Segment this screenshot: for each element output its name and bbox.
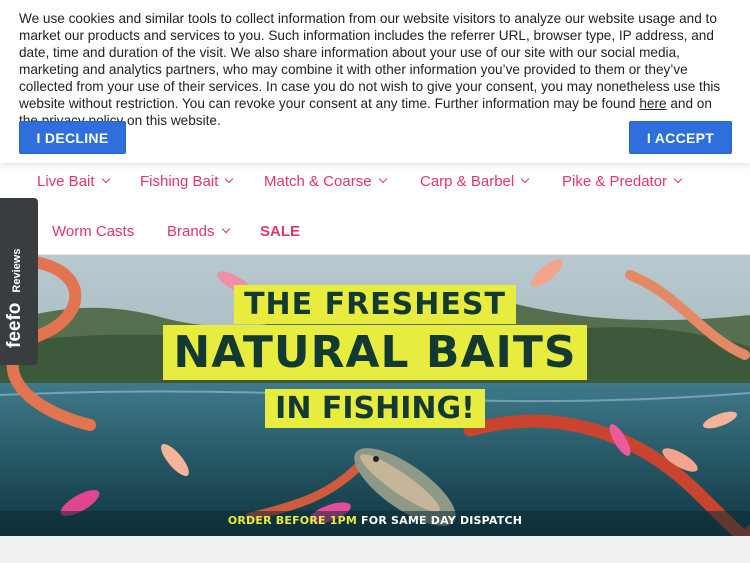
chevron-down-icon (673, 174, 683, 184)
nav-label: Match & Coarse (264, 172, 372, 190)
nav-item-carp-barbel[interactable]: Carp & Barbel (420, 172, 530, 190)
nav-item-live-bait[interactable]: Live Bait (37, 172, 110, 190)
nav-item-brands[interactable]: Brands (167, 222, 230, 240)
feefo-reviews-label: Reviews (11, 248, 23, 293)
nav-item-fishing-bait[interactable]: Fishing Bait (140, 172, 234, 190)
hero-line-2: NATURAL BAITS (163, 325, 587, 380)
dispatch-text: ORDER BEFORE 1PM FOR SAME DAY DISPATCH (0, 514, 750, 527)
page: We use cookies and similar tools to coll… (0, 0, 750, 563)
nav-label: Fishing Bait (140, 172, 219, 190)
hero-line-1: THE FRESHEST (234, 285, 516, 324)
cookie-banner: We use cookies and similar tools to coll… (0, 0, 750, 163)
nav-item-pike-predator[interactable]: Pike & Predator (562, 172, 683, 190)
cookie-text-main: We use cookies and similar tools to coll… (19, 11, 721, 111)
nav-item-sale[interactable]: SALE (260, 223, 300, 240)
decline-button[interactable]: I DECLINE (19, 121, 126, 154)
cookie-here-link[interactable]: here (639, 96, 666, 111)
feefo-text: feefo Reviews (4, 249, 26, 348)
hero-headline-2: NATURAL BAITS (0, 325, 750, 380)
nav-label: SALE (260, 222, 301, 240)
dispatch-highlight: ORDER BEFORE 1PM (227, 514, 358, 527)
page-content-start (0, 536, 750, 563)
nav-row-2: Worm Casts Brands SALE (0, 221, 750, 241)
nav-label: Carp & Barbel (420, 172, 515, 190)
chevron-down-icon (221, 224, 230, 234)
nav-label: Pike & Predator (562, 172, 668, 190)
chevron-down-icon (378, 174, 387, 184)
nav-row-1: Live Bait Fishing Bait Match & Coarse Ca… (0, 171, 750, 191)
chevron-down-icon (225, 174, 234, 184)
chevron-down-icon (520, 174, 530, 184)
hero-headline-3: IN FISHING! (0, 389, 750, 428)
accept-button[interactable]: I ACCEPT (629, 121, 732, 154)
hero-line-3: IN FISHING! (265, 389, 485, 428)
nav-label: Brands (167, 222, 215, 240)
hero-headline-1: THE FRESHEST (0, 285, 750, 324)
main-navigation: Live Bait Fishing Bait Match & Coarse Ca… (0, 163, 750, 255)
feefo-reviews-tab[interactable]: feefo Reviews (0, 198, 38, 365)
nav-item-match-coarse[interactable]: Match & Coarse (264, 172, 387, 190)
cookie-text: We use cookies and similar tools to coll… (19, 10, 729, 129)
chevron-down-icon (101, 174, 110, 184)
hero-banner[interactable]: THE FRESHEST NATURAL BAITS IN FISHING! O… (0, 255, 750, 536)
feefo-logo: feefo (4, 302, 25, 348)
nav-item-worm-casts[interactable]: Worm Casts (52, 223, 134, 240)
nav-label: Live Bait (37, 172, 95, 190)
dispatch-rest: FOR SAME DAY DISPATCH (357, 514, 523, 527)
nav-label: Worm Casts (52, 222, 135, 240)
